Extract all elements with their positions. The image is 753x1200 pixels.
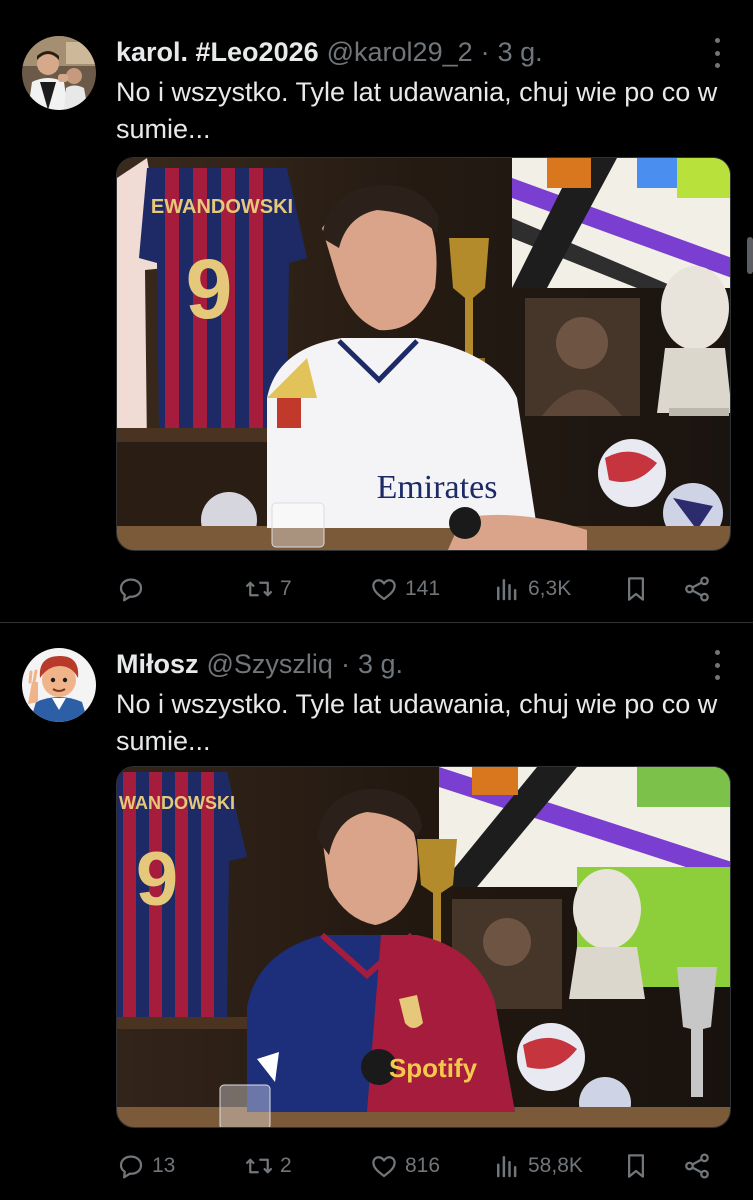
bookmark-button[interactable] bbox=[621, 569, 651, 609]
retweet-icon bbox=[246, 581, 272, 597]
jersey-name: WANDOWSKI bbox=[119, 793, 235, 813]
bookmark-icon bbox=[628, 1154, 644, 1178]
jersey-number: 9 bbox=[186, 242, 233, 336]
shirt-sponsor: Spotify bbox=[389, 1053, 478, 1083]
tweet-divider bbox=[0, 622, 753, 623]
avatar[interactable] bbox=[22, 36, 96, 110]
retweet-count: 7 bbox=[280, 577, 292, 600]
like-icon bbox=[372, 579, 396, 601]
retweet-count: 2 bbox=[280, 1154, 292, 1177]
jersey-number: 9 bbox=[136, 837, 178, 922]
views-icon bbox=[497, 1156, 517, 1178]
reply-button[interactable]: 13 bbox=[116, 1146, 175, 1186]
retweet-button[interactable]: 2 bbox=[244, 1146, 292, 1186]
reply-icon bbox=[119, 578, 143, 602]
like-count: 141 bbox=[405, 577, 441, 600]
retweet-button[interactable]: 7 bbox=[244, 569, 292, 609]
media-image: WANDOWSKI 9 Spotify bbox=[117, 767, 730, 1127]
share-icon bbox=[685, 1153, 709, 1179]
views-button[interactable]: 6,3K bbox=[492, 569, 571, 609]
display-name[interactable]: karol. #Leo2026 bbox=[116, 37, 319, 68]
shirt-sponsor: Emirates bbox=[377, 469, 498, 506]
tweet-header: karol. #Leo2026 @karol29_2 · 3 g. bbox=[116, 32, 543, 72]
like-icon bbox=[372, 1156, 396, 1178]
media-image: EWANDOWSKI 9 Emirates bbox=[117, 158, 730, 550]
more-options-icon[interactable] bbox=[707, 650, 727, 680]
reply-count: 13 bbox=[152, 1154, 176, 1177]
tweet-media[interactable]: EWANDOWSKI 9 Emirates bbox=[116, 157, 731, 551]
reply-icon bbox=[119, 1155, 143, 1179]
retweet-icon bbox=[246, 1158, 272, 1174]
handle[interactable]: @karol29_2 bbox=[327, 37, 473, 68]
views-button[interactable]: 58,8K bbox=[492, 1146, 583, 1186]
tweet[interactable]: Miłosz @Szyszliq · 3 g. No i wszystko. T… bbox=[0, 630, 753, 1200]
separator-dot: · bbox=[480, 36, 490, 67]
views-count: 58,8K bbox=[528, 1154, 583, 1177]
tweet-actions: 13 2 816 58,8K bbox=[116, 1146, 716, 1186]
bookmark-button[interactable] bbox=[621, 1146, 651, 1186]
jersey-name: EWANDOWSKI bbox=[151, 196, 293, 218]
bookmark-icon bbox=[628, 577, 644, 601]
tweet-text: No i wszystko. Tyle lat udawania, chuj w… bbox=[116, 689, 718, 756]
scrollbar-thumb[interactable] bbox=[747, 237, 753, 274]
timestamp[interactable]: 3 g. bbox=[358, 649, 403, 680]
like-count: 816 bbox=[405, 1154, 441, 1177]
share-button[interactable] bbox=[682, 1146, 712, 1186]
tweet[interactable]: karol. #Leo2026 @karol29_2 · 3 g. No i w… bbox=[0, 18, 753, 621]
display-name[interactable]: Miłosz bbox=[116, 649, 199, 680]
like-button[interactable]: 816 bbox=[369, 1146, 440, 1186]
avatar-cartoon bbox=[22, 648, 96, 722]
tweet-text: No i wszystko. Tyle lat udawania, chuj w… bbox=[116, 77, 718, 144]
views-count: 6,3K bbox=[528, 577, 572, 600]
handle[interactable]: @Szyszliq bbox=[207, 649, 333, 680]
timestamp[interactable]: 3 g. bbox=[498, 37, 543, 68]
avatar-photo bbox=[22, 36, 96, 110]
tweet-media[interactable]: WANDOWSKI 9 Spotify bbox=[116, 766, 731, 1128]
share-icon bbox=[685, 576, 709, 602]
tweet-actions: 7 141 6,3K bbox=[116, 569, 716, 609]
separator-dot: · bbox=[340, 648, 350, 679]
share-button[interactable] bbox=[682, 569, 712, 609]
like-button[interactable]: 141 bbox=[369, 569, 440, 609]
timeline-feed: karol. #Leo2026 @karol29_2 · 3 g. No i w… bbox=[0, 0, 753, 1200]
tweet-header: Miłosz @Szyszliq · 3 g. bbox=[116, 644, 403, 684]
views-icon bbox=[497, 579, 517, 601]
reply-button[interactable] bbox=[116, 569, 152, 609]
more-options-icon[interactable] bbox=[707, 38, 727, 68]
avatar[interactable] bbox=[22, 648, 96, 722]
